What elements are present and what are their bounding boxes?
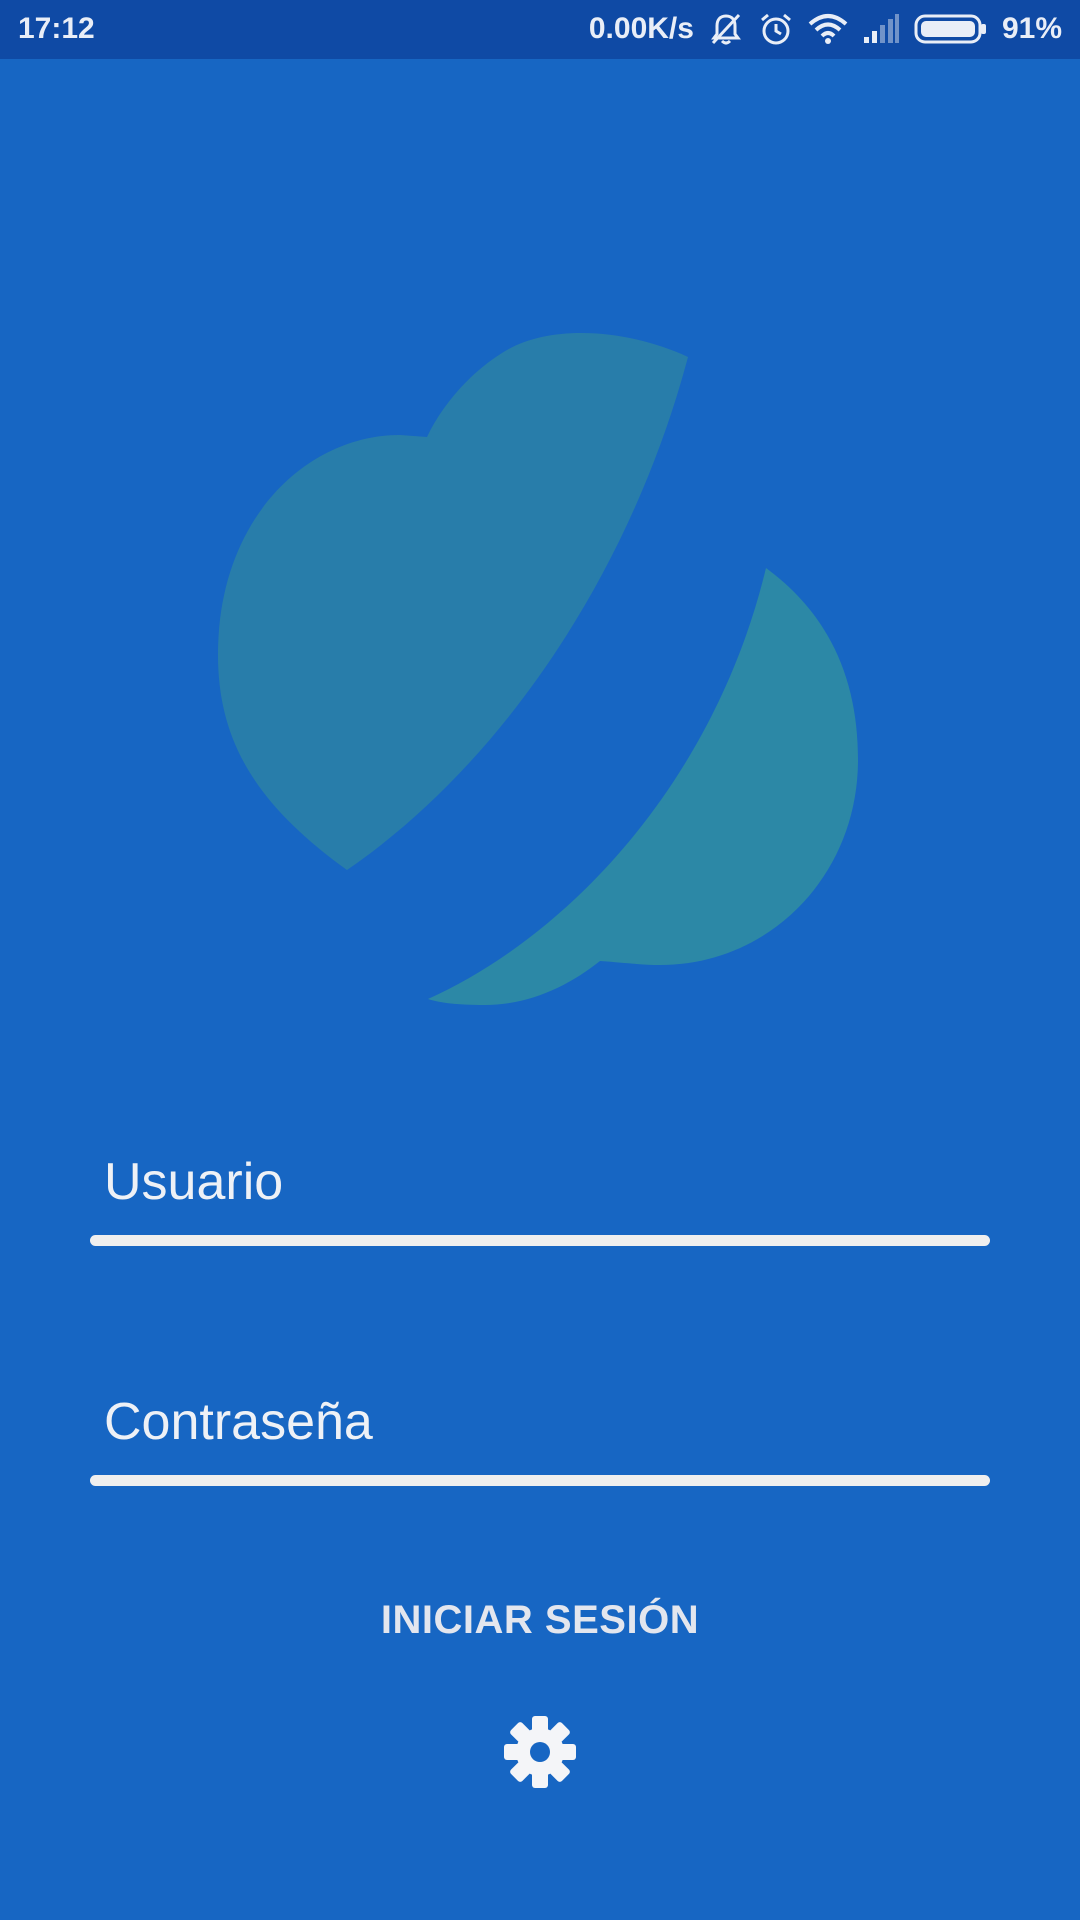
notifications-muted-icon xyxy=(708,11,744,47)
password-input[interactable] xyxy=(104,1387,984,1457)
password-field xyxy=(90,1387,990,1486)
battery-icon xyxy=(914,14,988,44)
alarm-icon xyxy=(758,11,794,47)
username-underline xyxy=(90,1235,990,1246)
password-underline xyxy=(90,1475,990,1486)
signal-icon xyxy=(862,13,900,45)
battery-percent: 91% xyxy=(1001,12,1062,45)
login-screen: 17:12 0.00K/s 91% Usuario INICIAR SESIÓN xyxy=(0,0,1080,1920)
login-button[interactable]: INICIAR SESIÓN xyxy=(340,1585,740,1655)
settings-button[interactable] xyxy=(500,1712,580,1792)
username-field xyxy=(90,1147,990,1246)
app-logo xyxy=(210,325,870,1015)
status-time: 17:12 xyxy=(18,12,95,45)
status-indicators: 0.00K/s 91% xyxy=(589,9,1062,49)
username-input[interactable] xyxy=(104,1147,984,1217)
gear-icon xyxy=(500,1712,580,1792)
status-bar: 17:12 0.00K/s 91% xyxy=(0,0,1080,59)
wifi-icon xyxy=(808,12,848,46)
network-speed: 0.00K/s xyxy=(588,12,694,45)
